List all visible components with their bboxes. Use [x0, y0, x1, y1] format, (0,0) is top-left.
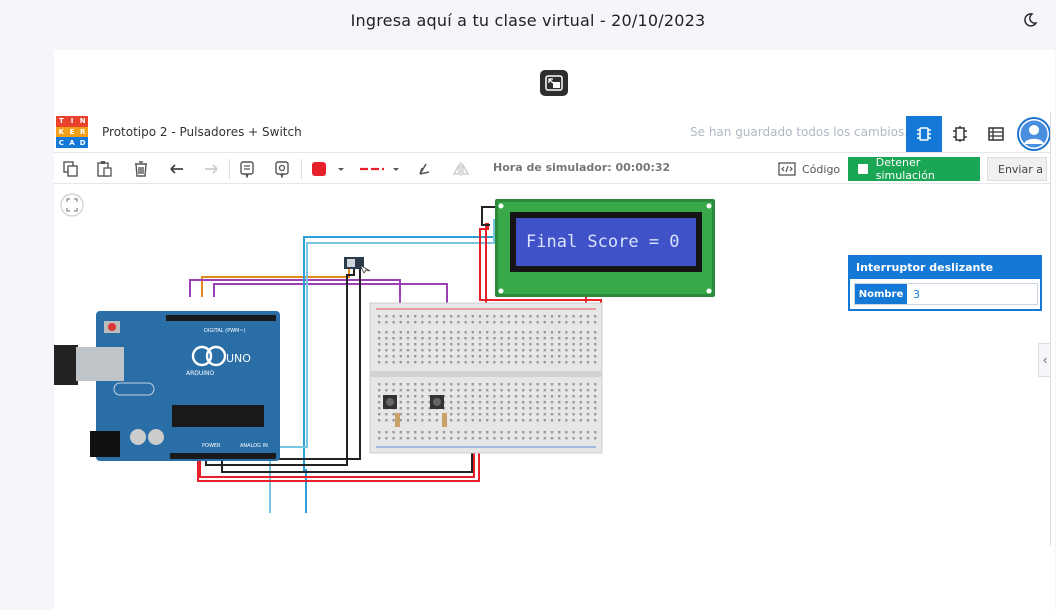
circuit-canvas[interactable]: Final Score = 0 ARDUINO UNO DIGITAL (PWM…	[54, 185, 1050, 546]
logo-letter: R	[77, 126, 88, 138]
logo-letter: T	[56, 116, 67, 127]
trash-icon	[135, 161, 147, 177]
restore-window-button[interactable]	[540, 70, 568, 96]
stop-simulation-label: Detener simulación	[875, 156, 935, 182]
arduino-power-label: POWER	[202, 443, 221, 449]
restore-window-icon	[545, 75, 563, 91]
tinkercad-frame: T I N K E R C A D Prototipo 2 - Pulsador…	[54, 112, 1051, 546]
component-inspector[interactable]: Interruptor deslizante Nombre 3	[848, 255, 1042, 311]
schematic-view-icon	[953, 126, 967, 142]
copy-icon	[63, 161, 78, 177]
color-picker[interactable]	[308, 157, 346, 181]
logo-letter: I	[66, 116, 78, 127]
toolbar-divider	[301, 159, 302, 179]
component-list-icon	[988, 127, 1004, 141]
side-panel-toggle[interactable]: ‹	[1038, 343, 1050, 377]
code-button[interactable]: Código	[778, 159, 840, 179]
paste-button[interactable]	[93, 157, 117, 181]
tinkercad-header: T I N K E R C A D Prototipo 2 - Pulsador…	[54, 112, 1050, 152]
slide-switch[interactable]	[344, 257, 371, 274]
user-avatar-icon	[1019, 119, 1049, 149]
arduino-uno[interactable]: ARDUINO UNO DIGITAL (PWM~) POWER ANALOG …	[54, 311, 280, 461]
eye-note-icon	[275, 161, 289, 178]
simulator-time: Hora de simulador: 00:00:32	[493, 161, 671, 174]
color-swatch-icon	[312, 162, 344, 176]
arduino-brand: ARDUINO	[186, 370, 215, 377]
wire-style-icon	[360, 167, 399, 171]
copy-button[interactable]	[59, 157, 83, 181]
logo-letter: D	[77, 137, 88, 148]
logo-letter: A	[66, 137, 78, 148]
schematic-view-button[interactable]	[942, 116, 978, 152]
logo-letter: N	[77, 116, 88, 127]
show-notes-button[interactable]	[270, 157, 294, 181]
delete-button[interactable]	[129, 157, 153, 181]
notes-button[interactable]	[235, 157, 259, 181]
send-to-button[interactable]: Enviar a	[987, 157, 1047, 181]
avatar[interactable]	[1017, 117, 1050, 151]
code-icon	[778, 162, 796, 176]
stop-simulation-button[interactable]: Detener simulación	[848, 156, 980, 182]
fit-view-icon[interactable]	[60, 193, 84, 217]
component-list-button[interactable]	[978, 116, 1014, 152]
rotate-icon	[419, 163, 430, 175]
undo-icon	[170, 164, 183, 174]
circuit-diagram: Final Score = 0 ARDUINO UNO DIGITAL (PWM…	[54, 193, 715, 513]
flip-icon	[452, 162, 470, 176]
lcd-text: Final Score = 0	[526, 232, 680, 252]
send-to-label: Enviar a	[998, 162, 1043, 176]
arduino-digital-label: DIGITAL (PWM~)	[204, 328, 246, 334]
rotate-button[interactable]	[413, 157, 437, 181]
arduino-model: UNO	[226, 352, 251, 365]
lcd-display[interactable]: Final Score = 0	[495, 199, 715, 297]
wire-type-picker[interactable]	[356, 157, 402, 181]
flip-button[interactable]	[449, 157, 473, 181]
redo-icon	[205, 164, 218, 174]
name-field[interactable]: Nombre 3	[854, 283, 1038, 305]
name-field-value[interactable]: 3	[907, 288, 920, 301]
redo-button[interactable]	[199, 157, 223, 181]
note-icon	[240, 161, 254, 178]
logo-letter: E	[66, 126, 78, 138]
logo-letter: C	[56, 137, 67, 148]
moon-icon[interactable]	[1022, 12, 1038, 28]
circuit-view-icon	[917, 127, 931, 141]
arduino-analog-label: ANALOG IN	[240, 443, 268, 449]
project-title[interactable]: Prototipo 2 - Pulsadores + Switch	[102, 125, 302, 139]
toolbar-divider	[229, 159, 230, 179]
content-card: T I N K E R C A D Prototipo 2 - Pulsador…	[54, 50, 1055, 610]
code-button-label: Código	[802, 162, 841, 176]
chevron-left-icon: ‹	[1042, 353, 1048, 367]
name-field-label: Nombre	[855, 284, 907, 304]
circuit-view-button[interactable]	[906, 116, 942, 152]
inspector-title: Interruptor deslizante	[850, 257, 1040, 279]
save-status: Se han guardado todos los cambios.	[690, 125, 909, 139]
stop-icon	[858, 164, 868, 174]
toolbar: Hora de simulador: 00:00:32 Código Deten…	[54, 152, 1050, 184]
paste-icon	[97, 161, 112, 177]
tinkercad-logo[interactable]: T I N K E R C A D	[56, 116, 88, 148]
logo-letter: K	[56, 126, 67, 138]
page-title: Ingresa aquí a tu clase virtual - 20/10/…	[350, 11, 706, 30]
breadboard[interactable]	[369, 302, 603, 454]
undo-button[interactable]	[165, 157, 189, 181]
